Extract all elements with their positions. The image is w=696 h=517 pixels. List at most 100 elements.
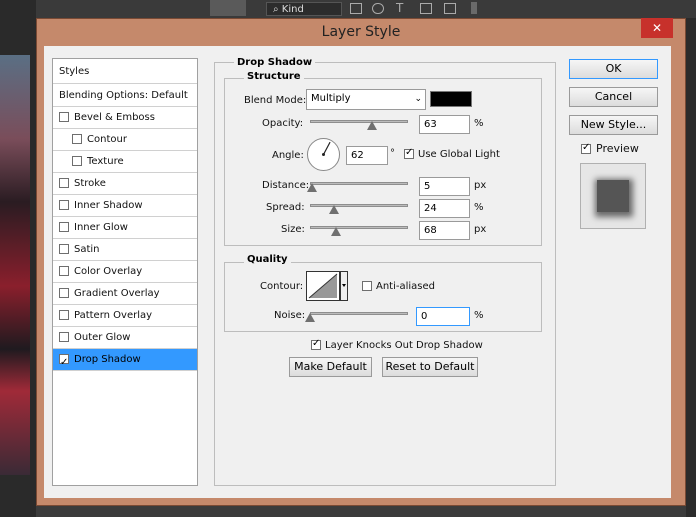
search-icon: ⌕ (273, 4, 282, 15)
adjustment-filter-icon[interactable] (372, 3, 384, 14)
size-label: Size: (281, 224, 305, 235)
panel-tab[interactable] (210, 0, 246, 16)
app-edge (686, 18, 696, 517)
type-filter-icon[interactable]: T (396, 1, 403, 15)
style-item-drop-shadow[interactable]: Drop Shadow (53, 349, 197, 373)
preview-swatch (597, 180, 629, 212)
style-checkbox[interactable] (59, 244, 69, 254)
filter-toggle[interactable] (471, 2, 477, 14)
noise-unit: % (474, 310, 484, 321)
make-default-button[interactable]: Make Default (289, 357, 372, 377)
style-item-label: Drop Shadow (74, 354, 141, 365)
style-checkbox[interactable] (59, 222, 69, 232)
reset-to-default-button[interactable]: Reset to Default (382, 357, 478, 377)
quality-group (224, 262, 542, 332)
style-item-inner-shadow[interactable]: Inner Shadow (53, 195, 197, 216)
spread-unit: % (474, 202, 484, 213)
distance-label: Distance: (262, 180, 310, 191)
kind-label: Kind (281, 4, 304, 15)
style-checkbox[interactable] (72, 134, 82, 144)
new-style-button[interactable]: New Style... (569, 115, 658, 135)
angle-label: Angle: (272, 150, 304, 161)
distance-unit: px (474, 180, 487, 191)
drop-shadow-title: Drop Shadow (234, 57, 316, 68)
style-item-pattern-overlay[interactable]: Pattern Overlay (53, 305, 197, 326)
preview-checkbox[interactable] (581, 142, 591, 154)
size-slider[interactable] (310, 226, 408, 229)
opacity-slider[interactable] (310, 120, 408, 123)
style-item-label: Pattern Overlay (74, 310, 153, 321)
structure-title: Structure (244, 71, 304, 82)
use-global-light-checkbox[interactable] (404, 147, 414, 159)
chevron-down-icon: ⌄ (414, 94, 422, 104)
style-checkbox[interactable] (72, 156, 82, 166)
style-checkbox[interactable] (59, 112, 69, 122)
ok-button[interactable]: OK (569, 59, 658, 79)
angle-dial[interactable] (306, 137, 341, 172)
canvas-photo (0, 55, 30, 475)
smart-object-filter-icon[interactable] (444, 3, 456, 14)
size-slider-thumb[interactable] (331, 227, 342, 236)
cancel-button[interactable]: Cancel (569, 87, 658, 107)
style-item-label: Bevel & Emboss (74, 112, 155, 123)
style-item-contour[interactable]: Contour (53, 129, 197, 150)
contour-label: Contour: (260, 281, 304, 292)
anti-aliased-checkbox[interactable] (362, 281, 372, 291)
noise-slider-thumb[interactable] (305, 313, 315, 322)
style-item-stroke[interactable]: Stroke (53, 173, 197, 194)
contour-picker[interactable] (306, 271, 348, 301)
style-item-label: Stroke (74, 178, 106, 189)
style-item-label: Color Overlay (74, 266, 143, 277)
divider (53, 370, 197, 371)
layer-filter-kind[interactable]: ⌕ Kind (266, 2, 342, 16)
opacity-input[interactable]: 63 (419, 115, 470, 134)
use-global-light-label: Use Global Light (418, 149, 500, 160)
angle-input[interactable]: 62 (346, 146, 388, 165)
style-checkbox[interactable] (59, 310, 69, 320)
style-item-inner-glow[interactable]: Inner Glow (53, 217, 197, 238)
dialog-title: Layer Style (321, 24, 401, 40)
style-item-label: Inner Glow (74, 222, 128, 233)
image-filter-icon[interactable] (350, 3, 362, 14)
style-checkbox[interactable] (59, 288, 69, 298)
anti-aliased-label: Anti-aliased (376, 281, 436, 292)
style-checkbox[interactable] (59, 332, 69, 342)
spread-slider[interactable] (310, 204, 408, 207)
blend-mode-label: Blend Mode: (244, 95, 307, 106)
spread-label: Spread: (266, 202, 305, 213)
spread-slider-thumb[interactable] (328, 205, 339, 214)
noise-label: Noise: (274, 310, 306, 321)
knockout-checkbox[interactable] (311, 338, 321, 350)
style-checkbox[interactable] (59, 178, 69, 188)
noise-slider[interactable] (310, 312, 408, 315)
size-input[interactable]: 68 (419, 221, 470, 240)
style-checkbox[interactable] (59, 352, 69, 373)
preview-label: Preview (596, 142, 639, 155)
noise-input[interactable]: 0 (416, 307, 470, 326)
style-checkbox[interactable] (59, 200, 69, 210)
style-preview (580, 163, 646, 229)
blend-mode-select[interactable]: Multiply ⌄ (306, 89, 426, 110)
distance-slider[interactable] (310, 182, 408, 185)
style-item-gradient-overlay[interactable]: Gradient Overlay (53, 283, 197, 304)
style-item-satin[interactable]: Satin (53, 239, 197, 260)
shadow-color-swatch[interactable] (430, 91, 472, 107)
style-checkbox[interactable] (59, 266, 69, 276)
spread-input[interactable]: 24 (419, 199, 470, 218)
styles-header[interactable]: Styles (53, 61, 197, 82)
style-item-outer-glow[interactable]: Outer Glow (53, 327, 197, 348)
style-item-bevel-emboss[interactable]: Bevel & Emboss (53, 107, 197, 128)
style-item-texture[interactable]: Texture (53, 151, 197, 172)
distance-input[interactable]: 5 (419, 177, 470, 196)
shape-filter-icon[interactable] (420, 3, 432, 14)
blend-mode-value: Multiply (311, 93, 351, 104)
style-item-label: Texture (87, 156, 124, 167)
distance-slider-thumb[interactable] (306, 183, 317, 192)
angle-unit: ° (390, 148, 395, 159)
divider (53, 83, 197, 84)
knockout-label: Layer Knocks Out Drop Shadow (325, 340, 483, 351)
close-button[interactable]: ✕ (641, 18, 673, 38)
style-item-color-overlay[interactable]: Color Overlay (53, 261, 197, 282)
blending-options[interactable]: Blending Options: Default (53, 85, 197, 106)
opacity-slider-thumb[interactable] (366, 121, 377, 130)
